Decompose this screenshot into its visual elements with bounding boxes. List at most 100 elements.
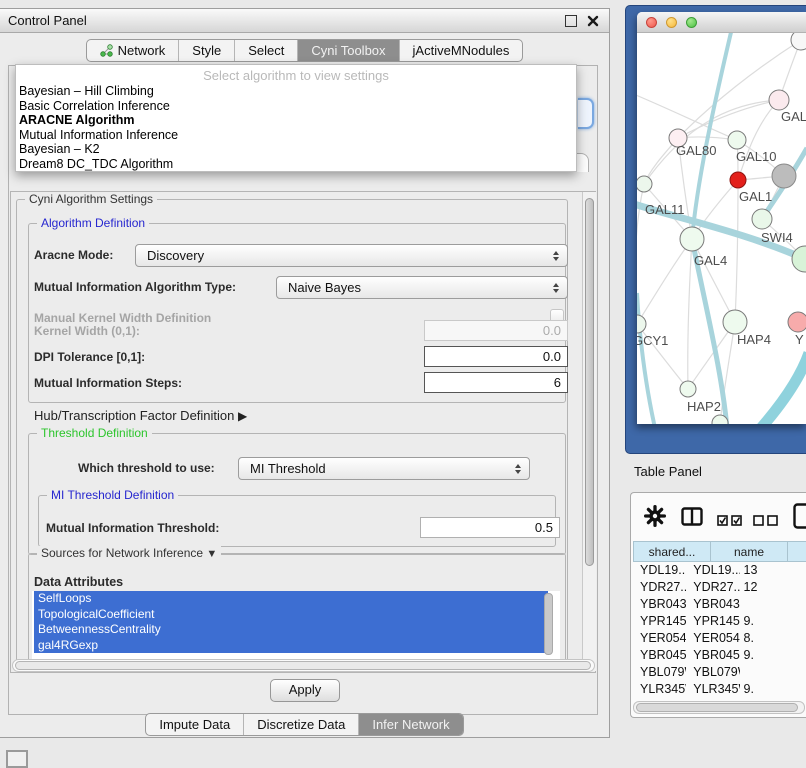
dpi-tolerance-field[interactable]: 0.0 (424, 346, 568, 367)
table-cell: YER054C (686, 630, 739, 647)
algorithm-option[interactable]: Bayesian – K2 (16, 142, 576, 157)
algorithm-option[interactable]: Dream8 DC_TDC Algorithm (16, 157, 576, 172)
which-threshold-combo[interactable]: MI Threshold (238, 457, 530, 480)
mi-type-combo[interactable]: Naive Bayes (276, 276, 568, 299)
network-node-gcy1[interactable] (637, 315, 646, 333)
dropdown-placeholder: Select algorithm to view settings (16, 65, 576, 84)
table-row[interactable]: YER054CYER054C8. (633, 630, 806, 647)
tab-impute-data[interactable]: Impute Data (146, 714, 244, 735)
aracne-mode-combo[interactable]: Discovery (135, 244, 568, 267)
horizontal-scrollbar-thumb[interactable] (15, 661, 591, 670)
network-node[interactable] (772, 164, 796, 188)
float-palette-icon[interactable] (6, 750, 28, 768)
close-traffic-light-icon[interactable] (646, 17, 657, 28)
tab-infer-network[interactable]: Infer Network (359, 714, 462, 735)
table-cell: YPR145W (686, 613, 739, 630)
vertical-scrollbar-thumb[interactable] (585, 198, 594, 566)
network-node-gal1[interactable] (730, 172, 746, 188)
combo-arrows-icon (553, 251, 559, 261)
network-graph: GALGAL80GAL10GAL1GAL11GAL4SWI4YHAP4GCY1H… (637, 33, 806, 424)
network-node[interactable] (792, 246, 806, 272)
network-node-gal10[interactable] (728, 131, 746, 149)
table-cell: YBR045C (686, 647, 739, 664)
mi-type-label: Mutual Information Algorithm Type: (34, 280, 236, 294)
gear-icon[interactable] (644, 505, 666, 532)
table-row[interactable]: YPR145WYPR145W9. (633, 613, 806, 630)
node-label-gal10: GAL10 (736, 149, 776, 164)
split-columns-icon[interactable] (681, 507, 703, 531)
table-cell: YBR045C (633, 647, 686, 664)
table-cell: 9. (740, 681, 806, 698)
network-node-swi4[interactable] (752, 209, 772, 229)
table-cell (740, 664, 806, 681)
float-window-icon[interactable] (565, 15, 577, 27)
tab-style[interactable]: Style (179, 40, 235, 61)
data-attribute-item[interactable]: BetweennessCentrality (34, 622, 548, 638)
node-label-y: Y (795, 332, 804, 347)
settings-vertical-scrollbar[interactable] (582, 192, 596, 671)
checked-columns-icon[interactable] (717, 513, 743, 531)
table-cell: YLR345W (633, 681, 686, 698)
algorithm-option[interactable]: Bayesian – Hill Climbing (16, 84, 576, 99)
tab-discretize-data[interactable]: Discretize Data (244, 714, 359, 735)
mi-steps-label: Mutual Information Steps: (34, 376, 182, 390)
table-cell: 13 (740, 562, 806, 579)
minimize-traffic-light-icon[interactable] (666, 17, 677, 28)
table-row[interactable]: YBR045CYBR045C9. (633, 647, 806, 664)
column-header[interactable]: shared... (633, 541, 710, 562)
sources-title[interactable]: Sources for Network Inference ▼ (37, 546, 221, 560)
table-horizontal-scrollbar[interactable] (633, 701, 805, 714)
node-label-hap2: HAP2 (687, 399, 721, 414)
close-icon[interactable] (587, 14, 599, 26)
manual-kernel-label: Manual Kernel Width Definition (34, 311, 211, 325)
mi-threshold-label: Mutual Information Threshold: (46, 521, 219, 535)
apply-button[interactable]: Apply (270, 679, 340, 702)
node-label-gal: GAL (781, 109, 806, 124)
column-header[interactable] (787, 541, 806, 562)
column-header[interactable]: name (710, 541, 787, 562)
table-function-icon[interactable] (793, 503, 806, 534)
table-cell: YBL079W (686, 664, 739, 681)
settings-horizontal-scrollbar[interactable] (12, 659, 595, 672)
network-node-y[interactable] (788, 312, 806, 332)
data-attribute-item[interactable]: SelfLoops (34, 591, 548, 607)
network-node[interactable] (791, 33, 806, 50)
data-attribute-item[interactable]: gal4RGexp (34, 638, 548, 654)
kernel-width-field[interactable]: 0.0 (424, 320, 568, 341)
node-label-gal80: GAL80 (676, 143, 716, 158)
network-node-gal4[interactable] (680, 227, 704, 251)
expanded-arrow-icon: ▼ (206, 548, 217, 560)
data-attribute-item[interactable]: TopologicalCoefficient (34, 607, 548, 623)
table-row[interactable]: YDL19...YDL19...13 (633, 562, 806, 579)
network-node-gal[interactable] (769, 90, 789, 110)
aracne-mode-value: Discovery (136, 248, 553, 263)
algorithm-option[interactable]: ARACNE Algorithm (16, 113, 576, 128)
window-title: Control Panel (8, 13, 87, 28)
tab-jactivemnodules[interactable]: jActiveMNodules (400, 40, 523, 61)
mi-threshold-field[interactable]: 0.5 (420, 517, 560, 538)
algorithm-option[interactable]: Mutual Information Inference (16, 128, 576, 143)
network-node-hap2[interactable] (680, 381, 696, 397)
unchecked-columns-icon[interactable] (753, 513, 779, 531)
network-canvas[interactable]: GALGAL80GAL10GAL1GAL11GAL4SWI4YHAP4GCY1H… (637, 33, 806, 424)
table-cell (740, 596, 806, 613)
algorithm-option[interactable]: Basic Correlation Inference (16, 99, 576, 114)
table-row[interactable]: YBL079WYBL079W (633, 664, 806, 681)
hub-definition-toggle[interactable]: Hub/Transcription Factor Definition ▶ (34, 408, 247, 423)
table-cell: YDL19... (686, 562, 739, 579)
table-cell: YBL079W (633, 664, 686, 681)
zoom-traffic-light-icon[interactable] (686, 17, 697, 28)
table-scrollbar-thumb[interactable] (636, 703, 798, 712)
tab-select[interactable]: Select (235, 40, 298, 61)
mi-steps-field[interactable]: 6 (424, 372, 568, 393)
network-node-hap4[interactable] (723, 310, 747, 334)
table-cell: YBR043C (686, 596, 739, 613)
table-row[interactable]: YDR27...YDR27...12 (633, 579, 806, 596)
attributes-list-scrollbar[interactable] (544, 593, 553, 655)
table-row[interactable]: YLR345WYLR345W9. (633, 681, 806, 698)
network-node-gal11[interactable] (637, 176, 652, 192)
tab-cyni-toolbox[interactable]: Cyni Toolbox (298, 40, 399, 61)
data-attributes-list[interactable]: SelfLoopsTopologicalCoefficientBetweenne… (32, 591, 560, 661)
tab-network[interactable]: Network (87, 40, 180, 61)
table-row[interactable]: YBR043CYBR043C (633, 596, 806, 613)
